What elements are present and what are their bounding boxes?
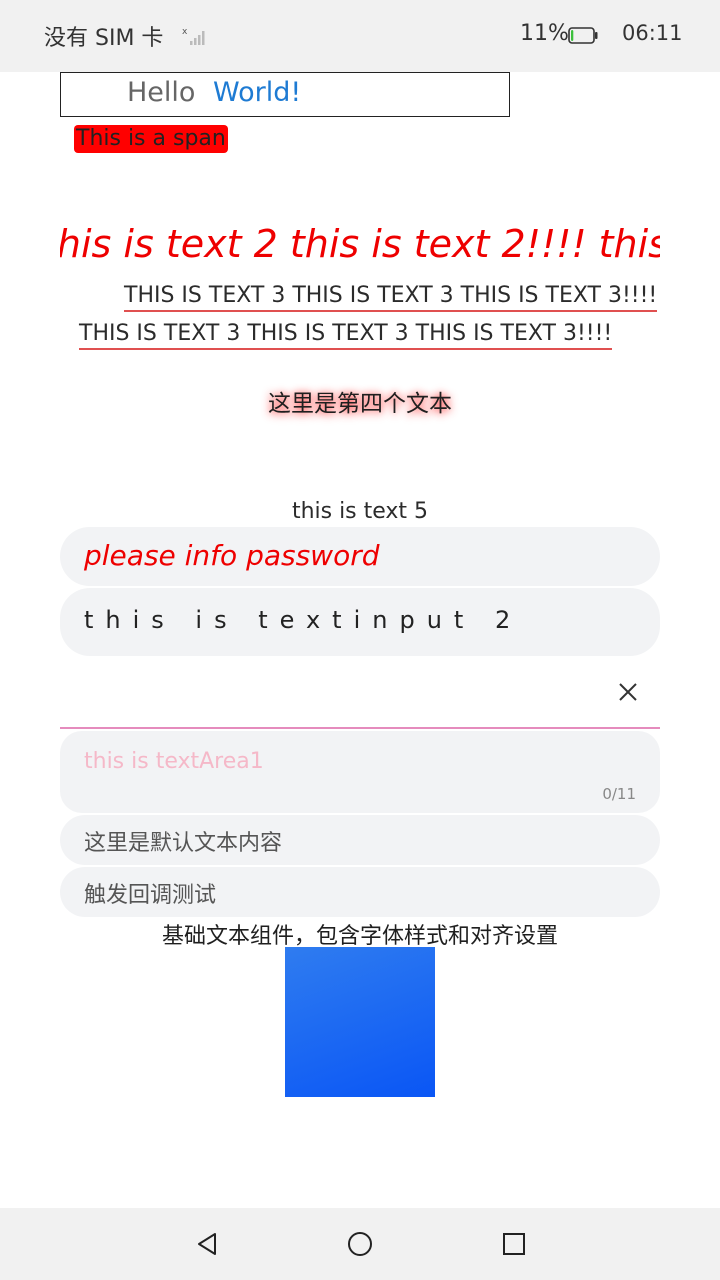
signal-icon: x: [182, 27, 205, 45]
text-4: 这里是第四个文本: [268, 391, 452, 417]
navigation-bar: [0, 1208, 720, 1280]
password-placeholder: please info password: [84, 539, 380, 572]
default-text-input[interactable]: 这里是默认文本内容: [60, 815, 660, 865]
battery-percent: 11%: [520, 21, 569, 46]
text-area-placeholder: this is textArea1: [84, 749, 264, 774]
text-input-2[interactable]: this is textinput 2: [60, 588, 660, 656]
text-5: this is text 5: [291, 499, 429, 524]
text-3-line-1: THIS IS TEXT 3 THIS IS TEXT 3 THIS IS TE…: [124, 282, 658, 312]
carrier-label: 没有 SIM 卡: [44, 26, 164, 51]
char-counter: 0/11: [602, 785, 636, 803]
password-input[interactable]: please info password: [60, 527, 660, 586]
clear-icon[interactable]: [616, 680, 640, 704]
battery-icon: [568, 27, 598, 44]
recent-apps-icon[interactable]: [500, 1230, 528, 1258]
text-area-1[interactable]: this is textArea1 0/11: [60, 731, 660, 813]
default-text-value: 这里是默认文本内容: [84, 831, 283, 856]
text-2-content: this is text 2 this is text 2!!!! this i…: [60, 222, 660, 266]
hello-span: Hello: [127, 77, 196, 108]
underline-text-input[interactable]: [60, 660, 660, 729]
svg-text:x: x: [182, 27, 188, 37]
world-span: World!: [213, 77, 302, 108]
text-2-marquee: this is text 2 this is text 2!!!! this i…: [60, 222, 660, 276]
text-3-line-2: THIS IS TEXT 3 THIS IS TEXT 3 THIS IS TE…: [79, 320, 613, 350]
text-input-2-value: this is textinput 2: [84, 606, 523, 634]
callback-test-input[interactable]: 触发回调测试: [60, 867, 660, 917]
basic-text-component: 基础文本组件，包含字体样式和对齐设置: [161, 924, 558, 949]
span-text: This is a span: [74, 125, 228, 153]
back-icon[interactable]: [194, 1230, 222, 1258]
clock: 06:11: [622, 21, 683, 45]
hello-world-text: Hello World!: [60, 72, 510, 117]
home-icon[interactable]: [346, 1230, 374, 1258]
blue-square: [285, 947, 435, 1097]
status-bar: 没有 SIM 卡 x 11% 06:11: [0, 0, 720, 72]
callback-test-value: 触发回调测试: [84, 883, 217, 908]
